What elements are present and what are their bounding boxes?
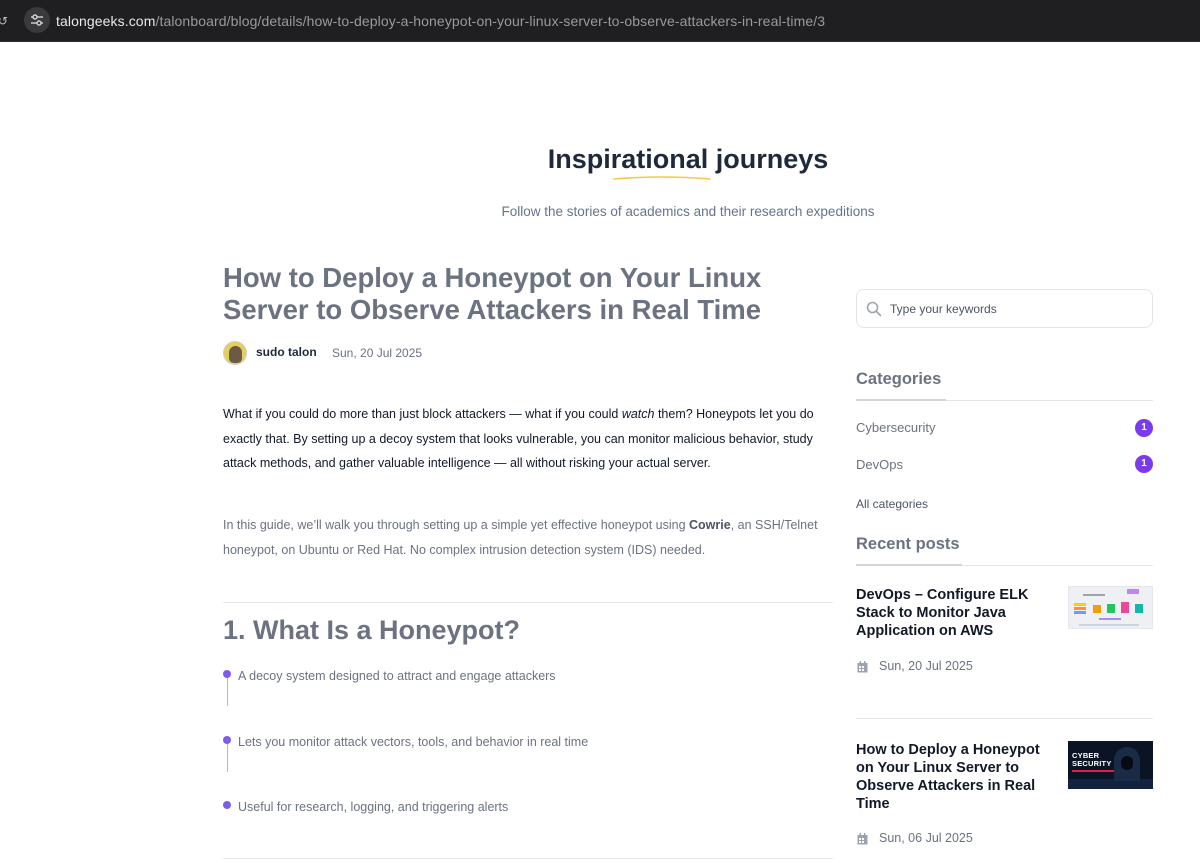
bullet-marker <box>223 670 231 678</box>
emphasis-watch: watch <box>621 407 655 421</box>
search-input[interactable] <box>890 299 1140 319</box>
recent-post-divider <box>856 718 1153 719</box>
all-categories-link[interactable]: All categories <box>856 497 928 511</box>
bullet-connector <box>226 744 228 772</box>
search-box[interactable] <box>856 289 1153 328</box>
recent-posts-rule <box>856 564 1153 566</box>
bullet-item: Useful for research, logging, and trigge… <box>238 800 509 814</box>
recent-post-date: Sun, 06 Jul 2025 <box>879 831 973 845</box>
page-subheading: Follow the stories of academics and thei… <box>501 204 875 219</box>
recent-post-title[interactable]: DevOps – Configure ELK Stack to Monitor … <box>856 586 1051 640</box>
article-date: Sun, 20 Jul 2025 <box>332 346 423 360</box>
calendar-icon <box>857 833 868 845</box>
page-heading: Inspirational journeys <box>547 144 829 174</box>
recent-post-date: Sun, 20 Jul 2025 <box>879 659 973 673</box>
recent-post-thumbnail[interactable] <box>1068 586 1153 629</box>
recent-post-title[interactable]: How to Deploy a Honeypot on Your Linux S… <box>856 741 1051 813</box>
categories-heading: Categories <box>856 370 942 388</box>
heading-underline <box>613 176 711 180</box>
browser-address-bar[interactable]: ↺ talongeeks.com/talonboard/blog/details… <box>0 0 1200 42</box>
bullet-marker <box>223 736 231 744</box>
bullet-item: Lets you monitor attack vectors, tools, … <box>238 735 589 749</box>
reload-edge: ↺ <box>0 14 9 28</box>
section-heading: 1. What Is a Honeypot? <box>223 615 521 645</box>
search-icon <box>866 301 882 317</box>
recent-post-thumbnail[interactable]: CYBER SECURITY <box>1068 741 1153 789</box>
category-count-badge: 1 <box>1135 455 1153 473</box>
section-divider <box>223 602 833 603</box>
cowrie-bold: Cowrie <box>689 518 731 532</box>
author-avatar[interactable] <box>223 341 247 365</box>
article-intro: What if you could do more than just bloc… <box>223 407 814 470</box>
bullet-marker <box>223 801 231 809</box>
url-text[interactable]: talongeeks.com/talonboard/blog/details/h… <box>56 13 825 29</box>
calendar-icon <box>857 661 868 673</box>
bullet-item: A decoy system designed to attract and e… <box>238 669 556 683</box>
section-divider-bottom <box>223 858 833 859</box>
categories-rule <box>856 399 1153 401</box>
bullet-connector <box>226 678 228 706</box>
article-guide-paragraph: In this guide, we’ll walk you through se… <box>223 518 818 557</box>
category-link-devops[interactable]: DevOps <box>856 457 903 472</box>
url-path: /talonboard/blog/details/how-to-deploy-a… <box>155 13 826 29</box>
recent-posts-heading: Recent posts <box>856 535 960 553</box>
url-host: talongeeks.com <box>56 13 156 29</box>
category-link-cybersecurity[interactable]: Cybersecurity <box>856 420 935 435</box>
article-title: How to Deploy a Honeypot on Your Linux S… <box>223 262 762 325</box>
thumbnail-caption: CYBER SECURITY <box>1072 751 1112 768</box>
category-count-badge: 1 <box>1135 419 1153 437</box>
site-settings-icon[interactable] <box>24 7 50 33</box>
author-name[interactable]: sudo talon <box>256 345 317 359</box>
